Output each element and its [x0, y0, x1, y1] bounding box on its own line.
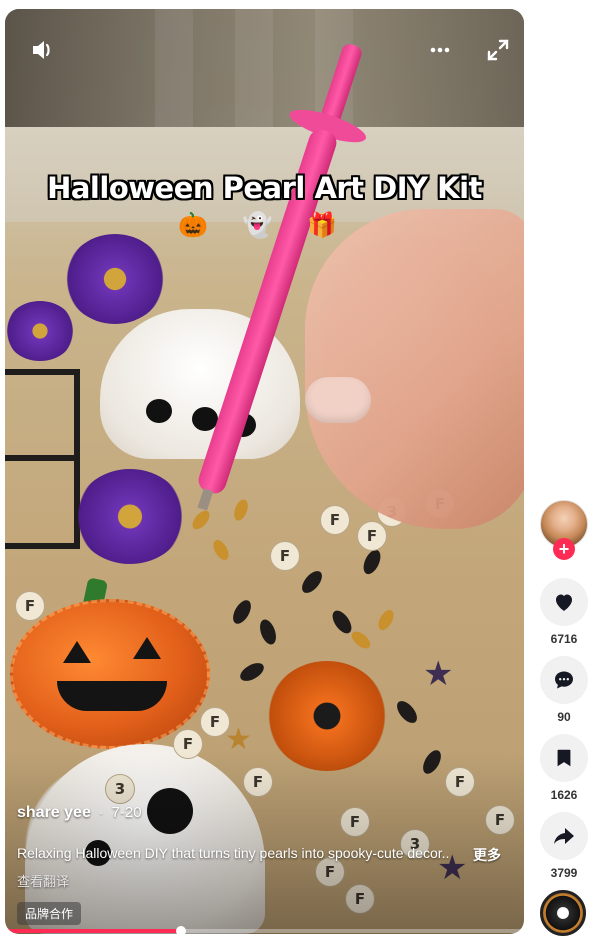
bead-f: F	[357, 521, 387, 551]
bottom-overlay-gradient	[5, 754, 524, 934]
hand	[305, 209, 524, 529]
author-row: share yee · 7-20	[17, 804, 142, 822]
description-row: Relaxing Halloween DIY that turns tiny p…	[17, 845, 517, 865]
leaf-bead	[256, 617, 280, 647]
volume-icon[interactable]	[27, 35, 57, 65]
gold-leaf-bead	[231, 497, 251, 523]
brand-partnership-tag[interactable]: 品牌合作	[17, 902, 82, 925]
translate-link[interactable]: 查看翻译	[17, 871, 69, 890]
leaf-bead	[229, 597, 255, 627]
like-action: 6716	[540, 578, 588, 646]
comment-icon	[555, 671, 573, 689]
bead-f: F	[320, 505, 350, 535]
heart-icon	[556, 594, 572, 611]
music-disc[interactable]	[540, 890, 586, 936]
fingernail	[305, 377, 371, 423]
comment-button[interactable]	[540, 656, 588, 704]
save-count: 1626	[550, 788, 578, 802]
gold-leaf-bead	[348, 628, 374, 652]
more-link[interactable]: 更多	[473, 845, 501, 865]
share-action: 3799	[540, 812, 588, 880]
author-avatar-wrap: +	[540, 500, 588, 560]
bead-f: F	[270, 541, 300, 571]
separator-dot: ·	[98, 804, 104, 820]
leaf-bead	[328, 607, 356, 637]
video-player[interactable]: ★ ★ ★ F F F F F F F F F F F F F 3 3 3 Ha…	[5, 9, 524, 934]
share-count: 3799	[550, 866, 578, 880]
gold-leaf-bead	[189, 507, 213, 533]
purple-flower	[65, 234, 165, 324]
progress-bar[interactable]	[5, 926, 524, 934]
post-date: 7-20	[111, 804, 142, 821]
progress-fill	[5, 929, 182, 933]
leaf-bead	[360, 547, 384, 577]
fullscreen-icon[interactable]	[483, 35, 513, 65]
save-action: 1626	[540, 734, 588, 802]
comment-action: 90	[540, 656, 588, 724]
gate-decoration	[5, 369, 80, 549]
share-button[interactable]	[540, 812, 588, 860]
bead-f: F	[200, 707, 230, 737]
leaf-bead	[298, 567, 326, 597]
like-count: 6716	[550, 632, 578, 646]
video-caption-title: Halloween Pearl Art DIY Kit	[47, 171, 482, 205]
purple-flower	[5, 301, 75, 361]
follow-button[interactable]: +	[553, 538, 575, 560]
video-caption-emoji: 🎃 👻 🎁	[178, 212, 351, 239]
star-bead: ★	[423, 655, 454, 693]
comment-count: 90	[557, 710, 571, 724]
share-arrow-icon	[554, 828, 574, 844]
progress-knob[interactable]	[176, 926, 187, 934]
author-name[interactable]: share yee	[17, 804, 91, 822]
bead-f: F	[15, 591, 45, 621]
leaf-bead	[393, 697, 421, 727]
like-button[interactable]	[540, 578, 588, 626]
star-bead: ★	[225, 723, 252, 756]
background-wall	[5, 9, 524, 129]
gold-leaf-bead	[210, 537, 232, 563]
more-horizontal-icon[interactable]	[425, 35, 455, 65]
gold-leaf-bead	[375, 607, 397, 633]
bookmark-icon	[557, 749, 571, 767]
leaf-bead	[237, 659, 267, 685]
purple-flower	[75, 469, 185, 564]
save-button[interactable]	[540, 734, 588, 782]
video-description: Relaxing Halloween DIY that turns tiny p…	[17, 845, 450, 861]
